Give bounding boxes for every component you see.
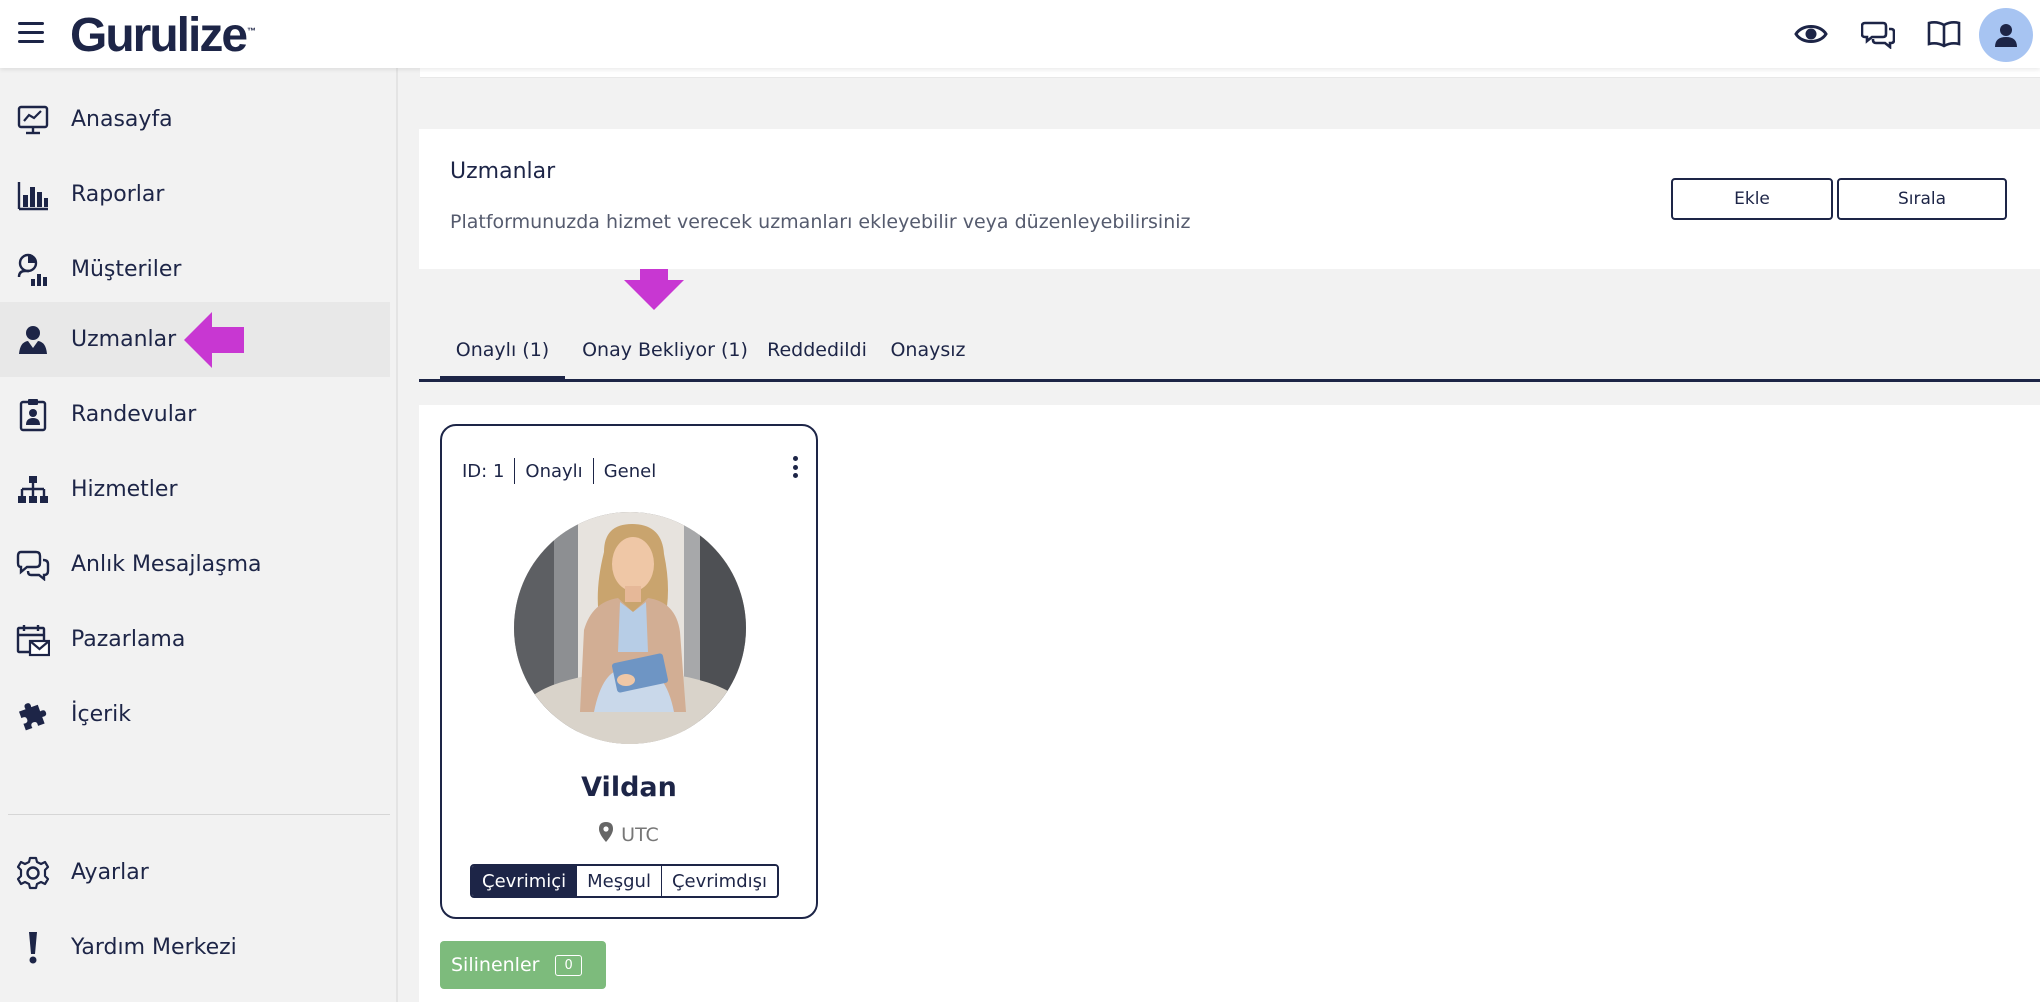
sidebar-item-label: Yardım Merkezi	[71, 935, 237, 960]
monitor-chart-icon	[15, 102, 51, 138]
expert-location: UTC	[442, 822, 816, 847]
meta-separator	[514, 458, 516, 484]
sidebar-item-label: Uzmanlar	[71, 327, 177, 352]
sidebar-item-pazarlama[interactable]: Pazarlama	[0, 602, 390, 677]
logo-text: Gurulize	[70, 9, 248, 62]
clipboard-user-icon	[15, 397, 51, 433]
tab-onaysiz[interactable]: Onaysız	[883, 320, 973, 379]
tab-onayli[interactable]: Onaylı (1)	[440, 320, 565, 382]
sidebar-item-anasayfa[interactable]: Anasayfa	[0, 82, 390, 157]
chat-icon	[15, 547, 51, 583]
hamburger-line	[18, 22, 44, 25]
expert-name: Vildan	[581, 772, 677, 803]
sidebar-item-label: Anlık Mesajlaşma	[71, 552, 262, 577]
top-panel-strip	[420, 68, 2040, 78]
app-logo[interactable]: Gurulize™	[70, 8, 256, 63]
expert-timezone: UTC	[621, 823, 659, 846]
sidebar-item-label: Randevular	[71, 402, 197, 427]
add-expert-button[interactable]: Ekle	[1671, 178, 1833, 220]
availability-busy-button[interactable]: Meşgul	[577, 866, 662, 896]
sidebar-item-label: Anasayfa	[71, 107, 173, 132]
sidebar-item-label: Müşteriler	[71, 257, 182, 282]
hamburger-line	[18, 40, 44, 43]
expert-user-icon	[15, 322, 51, 358]
sidebar-item-label: Ayarlar	[71, 860, 149, 885]
page-title: Uzmanlar	[450, 159, 556, 184]
sidebar-item-label: Hizmetler	[71, 477, 178, 502]
status-tabs: Onaylı (1) Onay Bekliyor (1) Reddedildi …	[419, 320, 2040, 382]
bar-chart-icon	[15, 177, 51, 213]
sort-button[interactable]: Sırala	[1837, 178, 2007, 220]
sidebar-divider	[8, 814, 390, 815]
sidebar-item-hizmetler[interactable]: Hizmetler	[0, 452, 390, 527]
hamburger-line	[18, 31, 44, 34]
expert-id: ID: 1	[462, 460, 505, 482]
availability-toggle: Çevrimiçi Meşgul Çevrimdışı	[470, 864, 780, 898]
expert-status: Onaylı	[525, 460, 583, 482]
book-icon[interactable]	[1924, 14, 1964, 54]
page-description: Platformunuzda hizmet verecek uzmanları …	[450, 211, 1191, 233]
exclamation-icon	[15, 930, 51, 966]
sidebar-item-anlik-mesajlasma[interactable]: Anlık Mesajlaşma	[0, 527, 390, 602]
deleted-count-badge: 0	[555, 954, 582, 976]
meta-separator	[592, 458, 594, 484]
sidebar-item-yardim-merkezi[interactable]: Yardım Merkezi	[0, 910, 390, 985]
sidebar-item-randevular[interactable]: Randevular	[0, 377, 390, 452]
expert-category: Genel	[603, 460, 657, 482]
top-bar: Gurulize™	[0, 0, 2040, 68]
deleted-label: Silinenler	[451, 954, 540, 976]
expert-card[interactable]: ID: 1 Onaylı Genel Vildan UTC Çevrimiçi …	[440, 424, 818, 919]
customers-icon	[15, 252, 51, 288]
puzzle-icon	[15, 697, 51, 733]
page-header-card: Uzmanlar Platformunuzda hizmet verecek u…	[419, 129, 2040, 269]
menu-toggle-button[interactable]	[18, 22, 44, 44]
highlight-arrow-left-icon	[184, 312, 244, 368]
sidebar-item-ayarlar[interactable]: Ayarlar	[0, 835, 390, 910]
location-pin-icon	[599, 822, 614, 847]
gear-icon	[15, 855, 51, 891]
sidebar: Anasayfa Raporlar Müşteriler Uzmanlar Ra…	[0, 68, 398, 1002]
sidebar-item-icerik[interactable]: İçerik	[0, 677, 390, 752]
expert-photo[interactable]	[514, 512, 746, 744]
sidebar-item-label: İçerik	[71, 702, 132, 727]
hierarchy-icon	[15, 472, 51, 508]
sidebar-item-label: Raporlar	[71, 182, 165, 207]
more-options-icon[interactable]	[790, 452, 800, 482]
sidebar-item-label: Pazarlama	[71, 627, 186, 652]
availability-online-button[interactable]: Çevrimiçi	[472, 866, 578, 896]
tab-reddedildi[interactable]: Reddedildi	[765, 320, 869, 379]
eye-icon[interactable]	[1791, 14, 1831, 54]
deleted-experts-button[interactable]: Silinenler 0	[440, 941, 606, 989]
logo-trademark: ™	[247, 26, 257, 36]
sidebar-item-musteriler[interactable]: Müşteriler	[0, 232, 390, 307]
sidebar-item-raporlar[interactable]: Raporlar	[0, 157, 390, 232]
user-avatar-icon[interactable]	[1979, 8, 2033, 62]
tab-onay-bekliyor[interactable]: Onay Bekliyor (1)	[579, 320, 751, 379]
availability-offline-button[interactable]: Çevrimdışı	[661, 866, 778, 896]
chat-bubbles-icon[interactable]	[1858, 14, 1898, 54]
calendar-mail-icon	[15, 622, 51, 658]
expert-card-meta: ID: 1 Onaylı Genel	[462, 458, 656, 484]
